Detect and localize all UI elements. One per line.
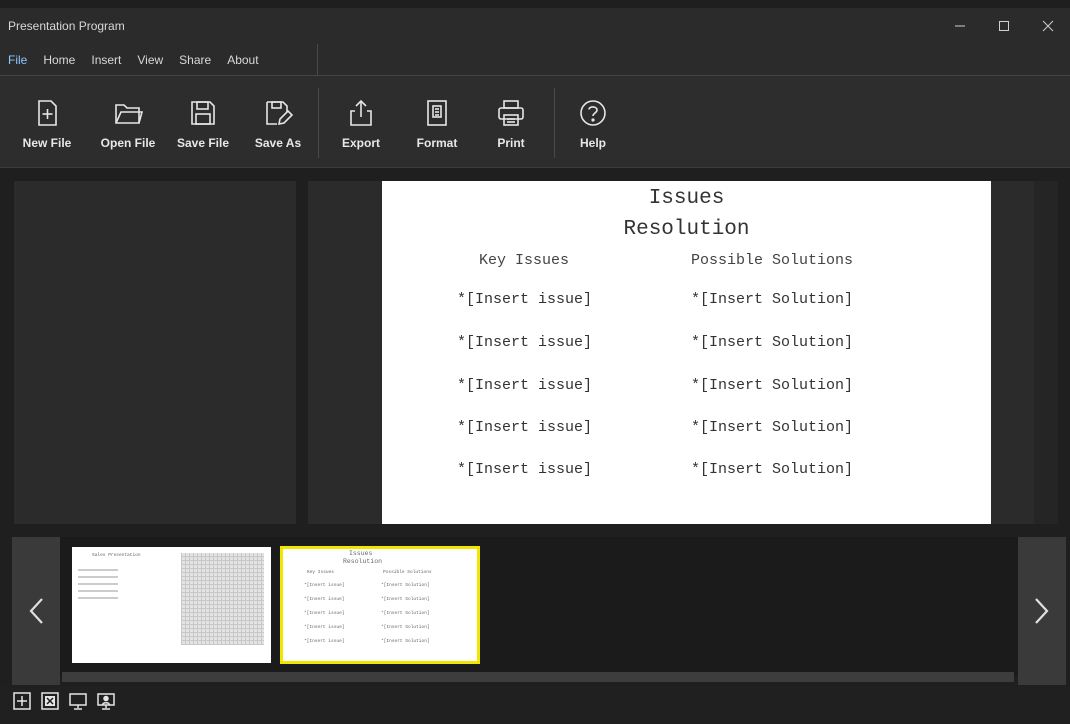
new-file-icon	[38, 100, 57, 126]
save-as-label: Save As	[254, 136, 302, 150]
print-button[interactable]: Print	[480, 98, 542, 158]
thumb1-bullet-line	[78, 590, 118, 592]
presentation-button[interactable]	[68, 691, 88, 711]
new-file-button[interactable]: New File	[16, 98, 78, 158]
add-slide-icon	[13, 692, 31, 710]
close-button[interactable]	[1026, 8, 1070, 44]
format-button[interactable]: Format	[406, 98, 468, 158]
issue-cell[interactable]: *[Insert issue]	[457, 419, 592, 436]
format-label: Format	[416, 136, 458, 150]
add-slide-button[interactable]	[12, 691, 32, 711]
next-slide-button[interactable]	[1018, 537, 1066, 685]
current-slide[interactable]: Issues Resolution Key Issues Possible So…	[382, 181, 991, 524]
menu-file[interactable]: File	[0, 44, 35, 76]
slide-title-line1[interactable]: Issues	[382, 187, 991, 210]
presenter-view-icon	[97, 693, 115, 710]
thumb2-title-line1: Issues	[349, 550, 373, 557]
slide-thumbnail-1[interactable]: Sales Presentation	[72, 547, 271, 663]
save-as-icon	[266, 101, 293, 126]
menu-share[interactable]: Share	[171, 44, 219, 76]
maximize-button[interactable]	[982, 8, 1026, 44]
thumb2-solution: *[Insert Solution]	[381, 625, 430, 630]
menu-bar: File Home Insert View Share About	[0, 44, 1070, 76]
menu-about[interactable]: About	[219, 44, 266, 76]
possible-solutions-header[interactable]: Possible Solutions	[691, 252, 853, 269]
menu-items: File Home Insert View Share About	[0, 44, 318, 76]
save-icon	[191, 101, 215, 125]
solution-cell[interactable]: *[Insert Solution]	[691, 461, 853, 478]
printer-icon	[498, 100, 524, 126]
minimize-icon	[955, 25, 965, 27]
save-as-button[interactable]: Save As	[247, 98, 309, 158]
solution-cell[interactable]: *[Insert Solution]	[691, 419, 853, 436]
thumb2-issue: *[Insert issue]	[304, 597, 345, 602]
thumb1-title: Sales Presentation	[92, 553, 141, 558]
menu-view[interactable]: View	[129, 44, 171, 76]
thumb2-solution: *[Insert Solution]	[381, 597, 430, 602]
chevron-left-icon	[29, 598, 43, 624]
export-icon	[350, 99, 372, 126]
delete-slide-button[interactable]	[40, 691, 60, 711]
previous-slide-button[interactable]	[12, 537, 60, 685]
thumb2-col1-header: Key Issues	[307, 570, 335, 575]
thumb2-issue: *[Insert issue]	[304, 639, 345, 644]
issue-cell[interactable]: *[Insert issue]	[457, 334, 592, 351]
issue-cell[interactable]: *[Insert issue]	[457, 291, 592, 308]
thumb2-solution: *[Insert Solution]	[381, 639, 430, 644]
folder-open-icon	[115, 104, 143, 124]
solution-cell[interactable]: *[Insert Solution]	[691, 291, 853, 308]
thumb1-chart-image	[181, 553, 264, 645]
thumb2-title-line2: Resolution	[343, 558, 383, 565]
help-button[interactable]: Help	[562, 98, 624, 158]
open-file-button[interactable]: Open File	[97, 98, 159, 158]
chevron-right-icon	[1035, 598, 1049, 624]
ribbon-separator-1	[318, 88, 319, 158]
window-title: Presentation Program	[8, 19, 125, 33]
thumbnail-scrollbar[interactable]	[62, 672, 1014, 682]
ribbon-toolbar: New File Open File Save File Save As Exp…	[0, 76, 1070, 168]
solution-cell[interactable]: *[Insert Solution]	[691, 377, 853, 394]
canvas-right-margin	[1034, 181, 1058, 524]
new-file-label: New File	[22, 136, 72, 150]
thumb2-col2-header: Possible Solutions	[383, 570, 432, 575]
open-file-label: Open File	[100, 136, 156, 150]
menu-insert[interactable]: Insert	[83, 44, 129, 76]
bottom-toolbar	[0, 686, 1070, 724]
window-controls	[938, 8, 1070, 44]
thumb1-bullet-line	[78, 576, 118, 578]
help-icon	[580, 100, 606, 126]
ribbon-separator-2	[554, 88, 555, 158]
slide-thumbnail-2[interactable]: Issues Resolution Key Issues Possible So…	[280, 546, 480, 664]
thumb1-bullet-line	[78, 583, 118, 585]
print-label: Print	[497, 136, 525, 150]
slide-title-line2[interactable]: Resolution	[382, 218, 991, 241]
save-file-button[interactable]: Save File	[172, 98, 234, 158]
delete-slide-icon	[41, 692, 59, 710]
export-button[interactable]: Export	[330, 98, 392, 158]
close-icon	[1042, 20, 1054, 32]
title-bar: Presentation Program	[0, 8, 1070, 44]
presenter-view-button[interactable]	[96, 691, 116, 711]
key-issues-header[interactable]: Key Issues	[479, 252, 569, 269]
maximize-icon	[999, 21, 1009, 31]
solution-cell[interactable]: *[Insert Solution]	[691, 334, 853, 351]
thumb2-issue: *[Insert issue]	[304, 625, 345, 630]
menu-home[interactable]: Home	[35, 44, 83, 76]
issue-cell[interactable]: *[Insert issue]	[457, 377, 592, 394]
format-icon	[427, 100, 447, 126]
issue-cell[interactable]: *[Insert issue]	[457, 461, 592, 478]
side-panel	[14, 181, 296, 524]
minimize-button[interactable]	[938, 8, 982, 44]
thumb2-solution: *[Insert Solution]	[381, 583, 430, 588]
presentation-icon	[69, 693, 87, 710]
thumb1-bullet-line	[78, 597, 118, 599]
thumb2-issue: *[Insert issue]	[304, 583, 345, 588]
save-file-label: Save File	[176, 136, 230, 150]
export-label: Export	[341, 136, 380, 150]
help-label: Help	[579, 136, 606, 150]
thumb2-solution: *[Insert Solution]	[381, 611, 430, 616]
thumb1-bullet-line	[78, 569, 118, 571]
thumb2-issue: *[Insert issue]	[304, 611, 345, 616]
